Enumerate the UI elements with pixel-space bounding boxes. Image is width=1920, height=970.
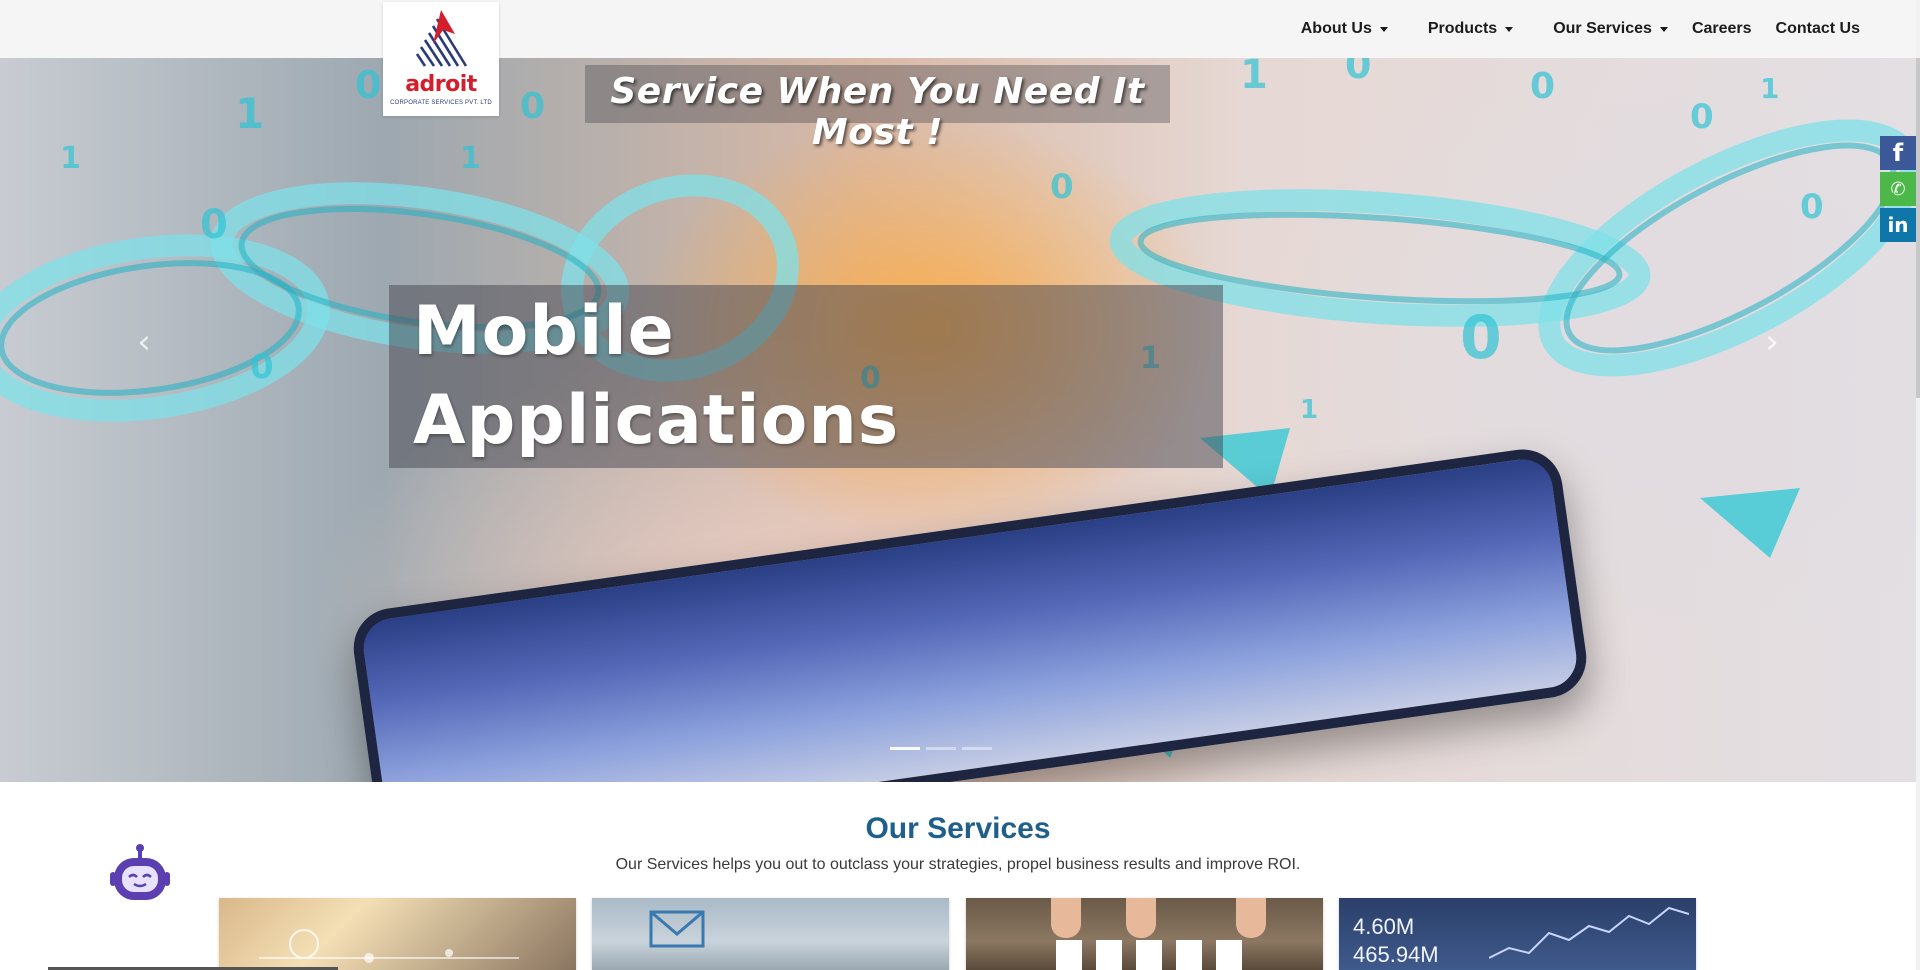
paper-card-image: [1136, 940, 1162, 970]
svg-text:0: 0: [1690, 97, 1714, 137]
stock-value-2: 465.94M: [1353, 942, 1439, 967]
svg-text:1: 1: [1240, 58, 1268, 98]
main-nav: About Us Products Our Services Careers C…: [1261, 0, 1860, 58]
paper-card-image: [1176, 940, 1202, 970]
svg-text:0: 0: [1050, 167, 1074, 207]
logo-wordmark: adroit: [405, 72, 477, 97]
hand-image: [1051, 898, 1081, 938]
svg-text:0: 0: [1460, 303, 1502, 373]
stock-chart-image: [1489, 906, 1689, 959]
slide-caption-line-2: Applications: [413, 381, 900, 460]
svg-text:0: 0: [200, 202, 228, 248]
nav-contact-us[interactable]: Contact Us: [1776, 20, 1860, 38]
carousel-indicator-2[interactable]: [926, 747, 956, 750]
caret-down-icon: [1505, 27, 1514, 32]
service-card-3[interactable]: [966, 898, 1323, 970]
slide-caption-line-1: Mobile: [413, 292, 675, 371]
robot-icon: [110, 844, 170, 900]
top-navbar: adroit CORPORATE SERVICES PVT. LTD About…: [0, 0, 1920, 116]
service-card-2[interactable]: [592, 898, 949, 970]
facebook-icon[interactable]: f: [1880, 136, 1916, 170]
hero-tagline: Service When You Need It Most !: [610, 71, 1145, 153]
svg-text:0: 0: [250, 347, 274, 387]
carousel-indicator-1[interactable]: [890, 747, 920, 750]
envelope-icon: [649, 910, 705, 948]
carousel-indicators: [890, 747, 998, 750]
caret-down-icon: [1659, 27, 1668, 32]
paper-card-image: [1056, 940, 1082, 970]
logo-subtitle: CORPORATE SERVICES PVT. LTD: [390, 100, 492, 106]
nav-our-services[interactable]: Our Services: [1553, 20, 1668, 38]
hand-image: [1236, 898, 1266, 938]
svg-text:1: 1: [235, 89, 264, 138]
svg-text:0: 0: [355, 63, 381, 107]
logo-triangle-icon: [407, 10, 475, 68]
tagline-banner: Service When You Need It Most !: [585, 65, 1170, 153]
service-card-4[interactable]: 4.60M 465.94M: [1339, 898, 1696, 970]
slide-caption: Mobile Applications: [389, 285, 1223, 468]
hero-carousel: 0 1 0 1 0 1 1 0 0 0 1 0 1 0 0 0 1 0: [0, 58, 1916, 782]
service-card-1[interactable]: [219, 898, 576, 970]
carousel-next-button[interactable]: ›: [1752, 322, 1792, 362]
nav-careers[interactable]: Careers: [1692, 20, 1752, 38]
service-card-1-image: [259, 929, 519, 963]
chatbot-button[interactable]: [110, 842, 170, 909]
nav-careers-label: Careers: [1691, 20, 1752, 37]
nav-about-us[interactable]: About Us: [1301, 20, 1388, 38]
carousel-indicator-3[interactable]: [962, 747, 992, 750]
svg-text:0: 0: [1800, 187, 1824, 227]
phone-icon[interactable]: ✆: [1880, 172, 1916, 206]
paper-card-image: [1216, 940, 1242, 970]
stock-value-1: 4.60M: [1353, 914, 1415, 939]
nav-products[interactable]: Products: [1427, 20, 1514, 38]
svg-text:1: 1: [1300, 395, 1318, 425]
svg-text:0: 0: [520, 86, 545, 127]
social-sidebar: f ✆ in: [1880, 136, 1916, 244]
caret-down-icon: [1379, 27, 1388, 32]
chevron-right-icon: ›: [1765, 322, 1779, 362]
logo[interactable]: adroit CORPORATE SERVICES PVT. LTD: [383, 2, 499, 116]
nav-about-us-label: About Us: [1300, 20, 1372, 37]
svg-text:1: 1: [460, 141, 481, 176]
nav-contact-us-label: Contact Us: [1775, 20, 1860, 37]
svg-text:1: 1: [60, 141, 81, 176]
hand-image: [1126, 898, 1156, 938]
svg-text:1: 1: [1760, 72, 1779, 105]
svg-text:0: 0: [1345, 58, 1371, 87]
nav-products-label: Products: [1427, 20, 1498, 37]
linkedin-icon[interactable]: in: [1880, 208, 1916, 242]
services-subtitle: Our Services helps you out to outclass y…: [615, 856, 1301, 873]
paper-card-image: [1096, 940, 1122, 970]
nav-our-services-label: Our Services: [1553, 20, 1652, 37]
services-heading: Our Services: [865, 812, 1051, 845]
scrollbar-thumb[interactable]: [1916, 58, 1920, 398]
svg-text:0: 0: [1530, 66, 1555, 107]
page-scrollbar[interactable]: [1916, 0, 1920, 970]
carousel-prev-button[interactable]: ‹: [124, 322, 164, 362]
chevron-left-icon: ‹: [137, 322, 151, 362]
